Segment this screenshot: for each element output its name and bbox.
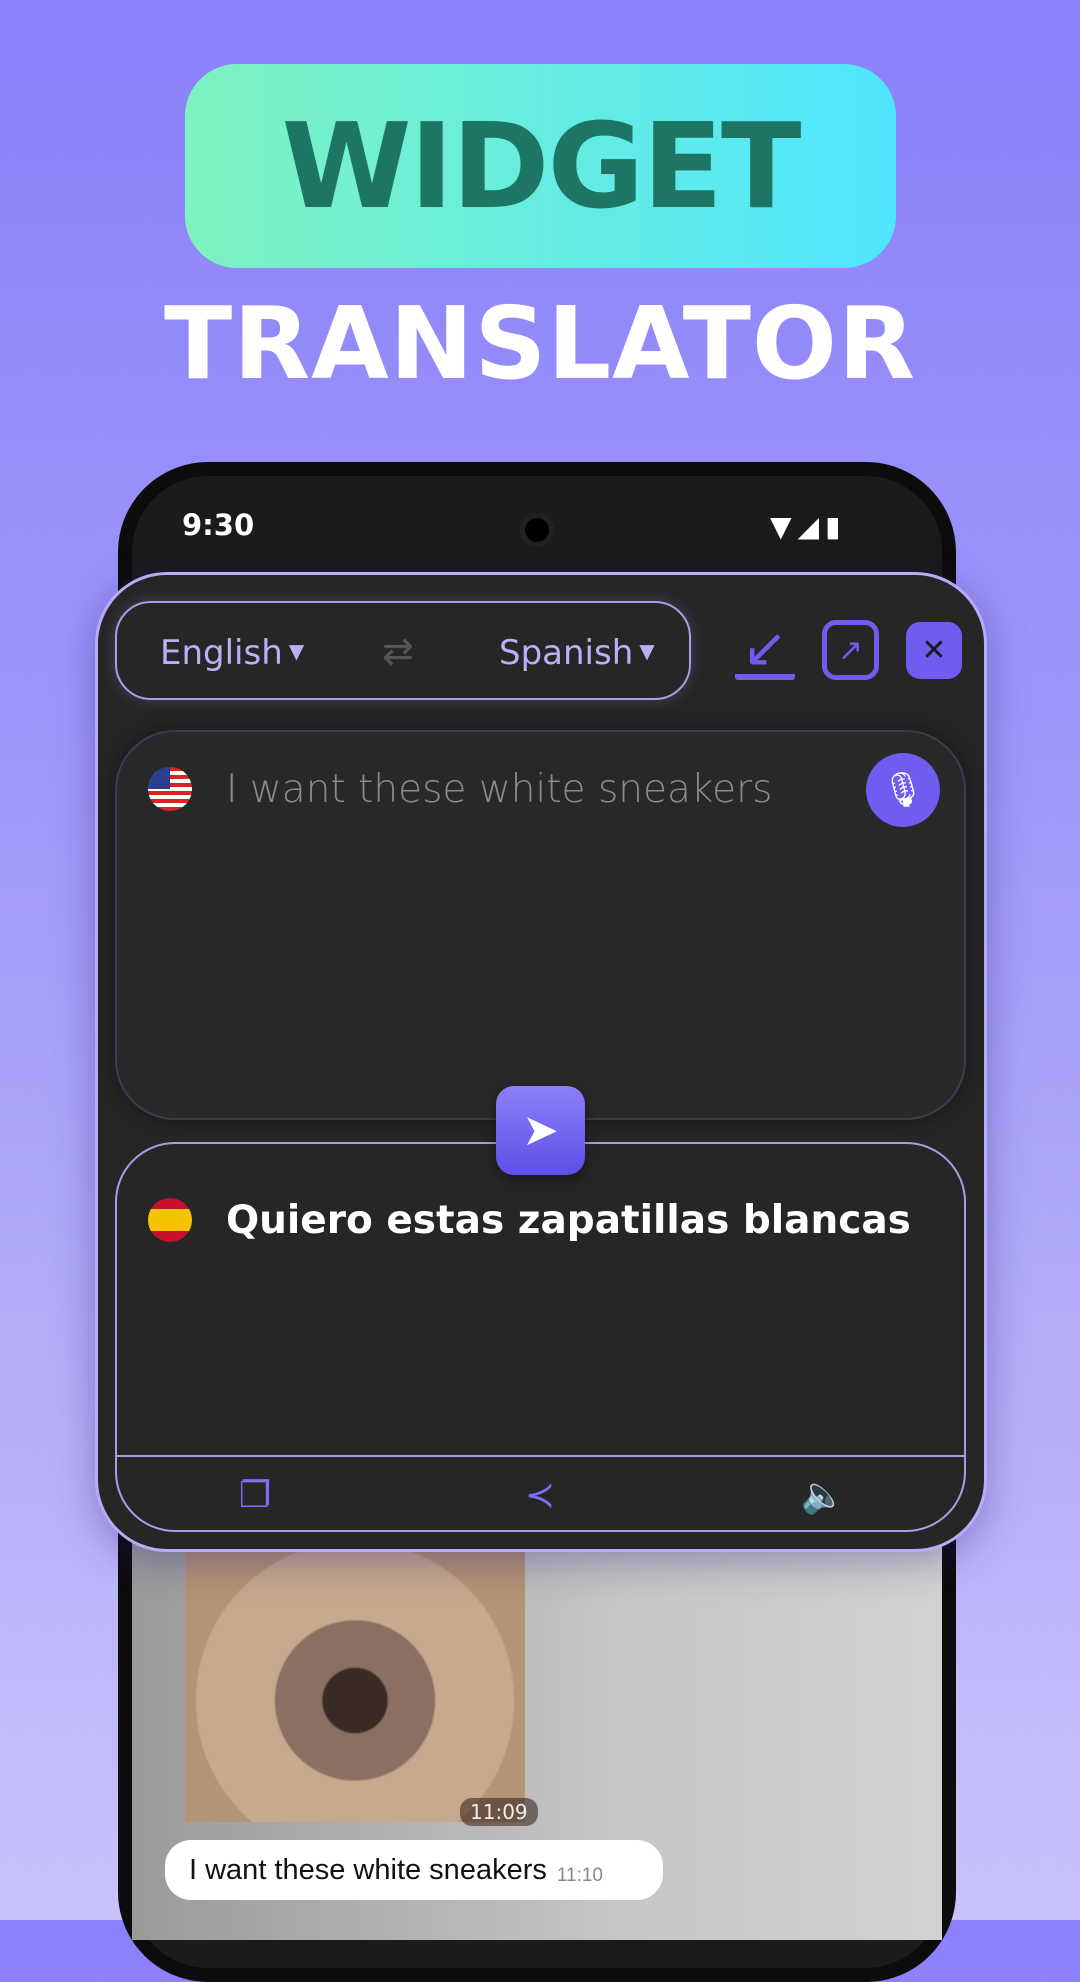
- promo-badge-text: WIDGET: [281, 97, 802, 235]
- photo-timestamp: 11:09: [460, 1798, 538, 1826]
- expand-icon[interactable]: ↗: [822, 620, 879, 680]
- wifi-icon: ▼: [770, 510, 798, 543]
- translate-send-button[interactable]: ➤: [496, 1086, 585, 1175]
- promo-title: TRANSLATOR: [164, 285, 916, 402]
- status-time: 9:30: [182, 508, 255, 542]
- output-text: Quiero estas zapatillas blancas: [226, 1198, 911, 1243]
- send-icon: ➤: [522, 1105, 559, 1156]
- divider: [115, 1455, 966, 1457]
- close-icon[interactable]: ✕: [906, 622, 962, 679]
- chat-message-bubble[interactable]: I want these white sneakers 11:10: [165, 1840, 663, 1900]
- target-language-label: Spanish: [499, 633, 634, 673]
- input-text[interactable]: I want these white sneakers: [226, 767, 772, 812]
- message-time: 11:10: [556, 1865, 603, 1886]
- signal-icon: ◢: [797, 510, 826, 543]
- microphone-button[interactable]: 🎙: [866, 753, 940, 827]
- speaker-icon[interactable]: 🔈: [800, 1472, 846, 1518]
- source-language-label: English: [160, 633, 283, 673]
- chat-photo[interactable]: [185, 1552, 525, 1822]
- source-language-dropdown[interactable]: English ▼: [160, 633, 304, 673]
- caret-down-icon: ▼: [288, 639, 305, 663]
- language-selector: English ▼ ⇄ Spanish ▼: [115, 601, 691, 700]
- front-camera: [520, 513, 554, 547]
- swap-languages-icon[interactable]: ⇄: [382, 629, 414, 673]
- status-icons: ▼◢▮: [770, 510, 847, 543]
- share-icon[interactable]: ≺: [517, 1472, 563, 1518]
- caret-down-icon: ▼: [639, 639, 655, 663]
- spain-flag-icon: [148, 1198, 192, 1242]
- promo-badge: WIDGET: [185, 64, 896, 268]
- copy-icon[interactable]: ❐: [232, 1472, 278, 1518]
- minimize-icon[interactable]: ↙: [735, 616, 795, 680]
- battery-icon: ▮: [825, 510, 847, 543]
- target-language-dropdown[interactable]: Spanish ▼: [499, 633, 655, 673]
- message-text: I want these white sneakers: [189, 1853, 547, 1886]
- microphone-icon: 🎙: [881, 770, 925, 810]
- us-flag-icon: [148, 767, 192, 811]
